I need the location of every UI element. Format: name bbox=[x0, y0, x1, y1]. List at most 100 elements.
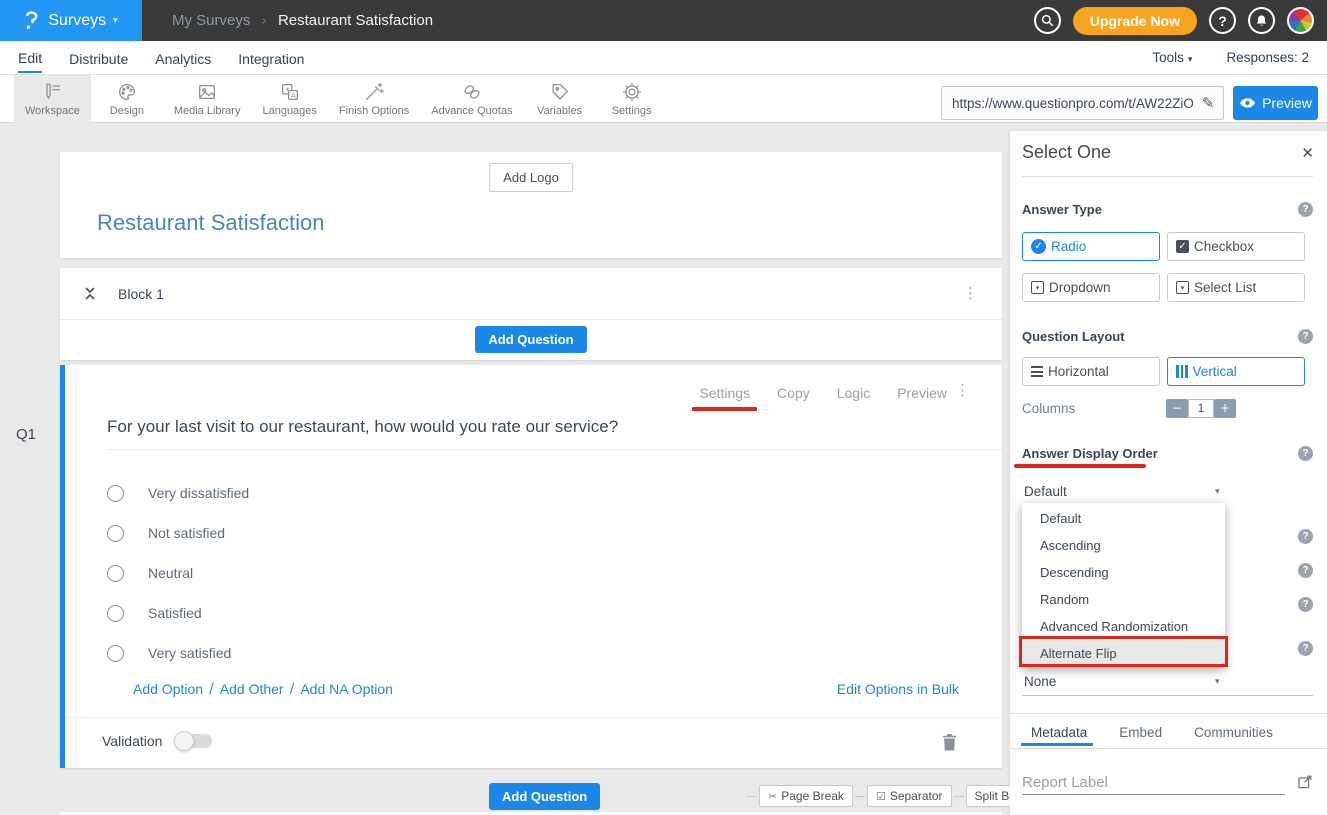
answer-option[interactable]: Satisfied bbox=[107, 593, 249, 633]
nav-right: Tools▾ Responses: 2 bbox=[1152, 50, 1309, 65]
question-tab-copy[interactable]: Copy bbox=[777, 385, 810, 401]
answer-option[interactable]: Very satisfied bbox=[107, 633, 249, 673]
panel-tab-embed[interactable]: Embed bbox=[1119, 725, 1162, 748]
toolbar-variables[interactable]: Variables bbox=[524, 75, 596, 123]
survey-title[interactable]: Restaurant Satisfaction bbox=[97, 210, 324, 236]
answer-type-radio[interactable]: ✓Radio bbox=[1022, 232, 1160, 261]
layout-horizontal[interactable]: Horizontal bbox=[1022, 357, 1160, 386]
answer-type-checkbox[interactable]: ✓Checkbox bbox=[1167, 232, 1305, 261]
answer-option[interactable]: Very dissatisfied bbox=[107, 473, 249, 513]
question-layout-help-icon[interactable]: ? bbox=[1298, 329, 1313, 344]
question-tab-settings[interactable]: Settings bbox=[699, 385, 750, 401]
report-label-input[interactable] bbox=[1022, 771, 1285, 795]
delete-question-button[interactable] bbox=[942, 733, 957, 756]
upgrade-now-button[interactable]: Upgrade Now bbox=[1073, 7, 1197, 35]
add-question-button-top[interactable]: Add Question bbox=[475, 326, 586, 353]
scissors-icon: ✂ bbox=[768, 790, 777, 803]
collapse-block-icon[interactable] bbox=[84, 287, 96, 300]
block-title[interactable]: Block 1 bbox=[118, 286, 164, 302]
separator-button[interactable]: ☑Separator bbox=[867, 785, 952, 807]
hidden-setting-help-icon[interactable]: ? bbox=[1298, 529, 1313, 544]
menu-item-random[interactable]: Random bbox=[1022, 586, 1225, 613]
select-caret-icon[interactable]: ▾ bbox=[1215, 487, 1220, 497]
notifications-button[interactable] bbox=[1248, 7, 1275, 34]
toolbar-finish-options[interactable]: Finish Options bbox=[328, 75, 420, 123]
secondary-select[interactable]: None bbox=[1024, 674, 1056, 689]
radio-icon[interactable] bbox=[107, 485, 124, 502]
menu-item-descending[interactable]: Descending bbox=[1022, 559, 1225, 586]
columns-value[interactable]: 1 bbox=[1188, 399, 1214, 418]
tab-edit[interactable]: Edit bbox=[18, 43, 42, 73]
hidden-setting-help-icon[interactable]: ? bbox=[1298, 641, 1313, 656]
expand-report-label-icon[interactable] bbox=[1297, 774, 1313, 795]
radio-icon[interactable] bbox=[107, 645, 124, 662]
responses-count[interactable]: Responses: 2 bbox=[1226, 50, 1309, 65]
add-logo-button[interactable]: Add Logo bbox=[489, 163, 573, 192]
hidden-setting-help-icon[interactable]: ? bbox=[1298, 597, 1313, 612]
answer-option[interactable]: Not satisfied bbox=[107, 513, 249, 553]
hidden-setting-help-icon[interactable]: ? bbox=[1298, 563, 1313, 578]
survey-url[interactable]: https://www.questionpro.com/t/AW22ZiOG bbox=[942, 96, 1193, 111]
page-break-button[interactable]: ✂Page Break bbox=[759, 785, 853, 807]
search-button[interactable] bbox=[1034, 7, 1061, 34]
toolbar-design[interactable]: Design bbox=[91, 75, 163, 123]
eye-icon bbox=[1239, 96, 1256, 110]
question-layout-label: Question Layout bbox=[1022, 329, 1125, 344]
block-header: Block 1 ⋮ bbox=[60, 268, 1002, 320]
toolbar-advance-quotas[interactable]: Advance Quotas bbox=[420, 75, 523, 123]
add-option-link[interactable]: Add Option bbox=[133, 681, 203, 697]
menu-item-alternate-flip[interactable]: Alternate Flip bbox=[1022, 640, 1225, 667]
type-label: Select List bbox=[1194, 280, 1256, 295]
help-button[interactable]: ? bbox=[1209, 7, 1236, 34]
answer-option[interactable]: Neutral bbox=[107, 553, 249, 593]
product-switcher[interactable]: Surveys ▾ bbox=[0, 0, 142, 41]
add-na-option-link[interactable]: Add NA Option bbox=[300, 681, 393, 697]
question-tab-logic[interactable]: Logic bbox=[837, 385, 870, 401]
answer-type-help-icon[interactable]: ? bbox=[1298, 202, 1313, 217]
toolbar-settings[interactable]: Settings bbox=[596, 75, 668, 123]
breadcrumb: My Surveys › Restaurant Satisfaction bbox=[172, 12, 433, 29]
tab-analytics[interactable]: Analytics bbox=[155, 44, 211, 72]
panel-tab-communities[interactable]: Communities bbox=[1194, 725, 1273, 748]
toolbar-label: Media Library bbox=[174, 105, 241, 117]
menu-item-advanced-randomization[interactable]: Advanced Randomization bbox=[1022, 613, 1225, 640]
main-nav: Edit Distribute Analytics Integration To… bbox=[0, 41, 1327, 75]
select-caret-icon[interactable]: ▾ bbox=[1215, 677, 1220, 687]
preview-button[interactable]: Preview bbox=[1233, 86, 1318, 120]
layout-vertical[interactable]: Vertical bbox=[1167, 357, 1305, 386]
columns-increment-button[interactable]: + bbox=[1214, 399, 1236, 418]
tab-distribute[interactable]: Distribute bbox=[69, 44, 128, 72]
question-menu-icon[interactable]: ⋮ bbox=[955, 383, 970, 398]
toolbar-languages[interactable]: ✶A Languages bbox=[251, 75, 327, 123]
toolbar-workspace[interactable]: Workspace bbox=[14, 75, 91, 123]
tab-integration[interactable]: Integration bbox=[238, 44, 304, 72]
close-panel-icon[interactable]: ✕ bbox=[1301, 144, 1314, 162]
edit-options-in-bulk-link[interactable]: Edit Options in Bulk bbox=[837, 681, 959, 697]
help-icon: ? bbox=[1218, 13, 1227, 29]
answer-display-order-select[interactable]: Default bbox=[1024, 484, 1067, 499]
question-text[interactable]: For your last visit to our restaurant, h… bbox=[107, 417, 618, 437]
add-other-link[interactable]: Add Other bbox=[220, 681, 284, 697]
tools-menu[interactable]: Tools▾ bbox=[1152, 50, 1192, 65]
validation-toggle[interactable] bbox=[176, 734, 212, 748]
radio-icon[interactable] bbox=[107, 605, 124, 622]
menu-item-ascending[interactable]: Ascending bbox=[1022, 532, 1225, 559]
columns-decrement-button[interactable]: − bbox=[1166, 399, 1188, 418]
preview-label: Preview bbox=[1262, 95, 1312, 111]
add-question-button-bottom[interactable]: Add Question bbox=[489, 783, 600, 810]
answer-type-select-list[interactable]: ▾Select List bbox=[1167, 273, 1305, 302]
question-tabs: Settings Copy Logic Preview bbox=[699, 385, 947, 401]
question-settings-panel: Select One ✕ Answer Type ? ✓Radio ✓Check… bbox=[1010, 131, 1327, 815]
answer-display-order-help-icon[interactable]: ? bbox=[1298, 446, 1313, 461]
user-avatar[interactable] bbox=[1287, 7, 1314, 34]
answer-type-dropdown[interactable]: ▾Dropdown bbox=[1022, 273, 1160, 302]
question-tab-preview[interactable]: Preview bbox=[897, 385, 947, 401]
toolbar-media-library[interactable]: Media Library bbox=[163, 75, 252, 123]
breadcrumb-my-surveys[interactable]: My Surveys bbox=[172, 12, 250, 29]
block-menu-icon[interactable]: ⋮ bbox=[963, 286, 978, 301]
radio-icon[interactable] bbox=[107, 525, 124, 542]
menu-item-default[interactable]: Default bbox=[1022, 505, 1225, 532]
radio-icon[interactable] bbox=[107, 565, 124, 582]
option-label: Neutral bbox=[148, 565, 193, 581]
edit-url-icon[interactable]: ✎ bbox=[1193, 94, 1223, 112]
